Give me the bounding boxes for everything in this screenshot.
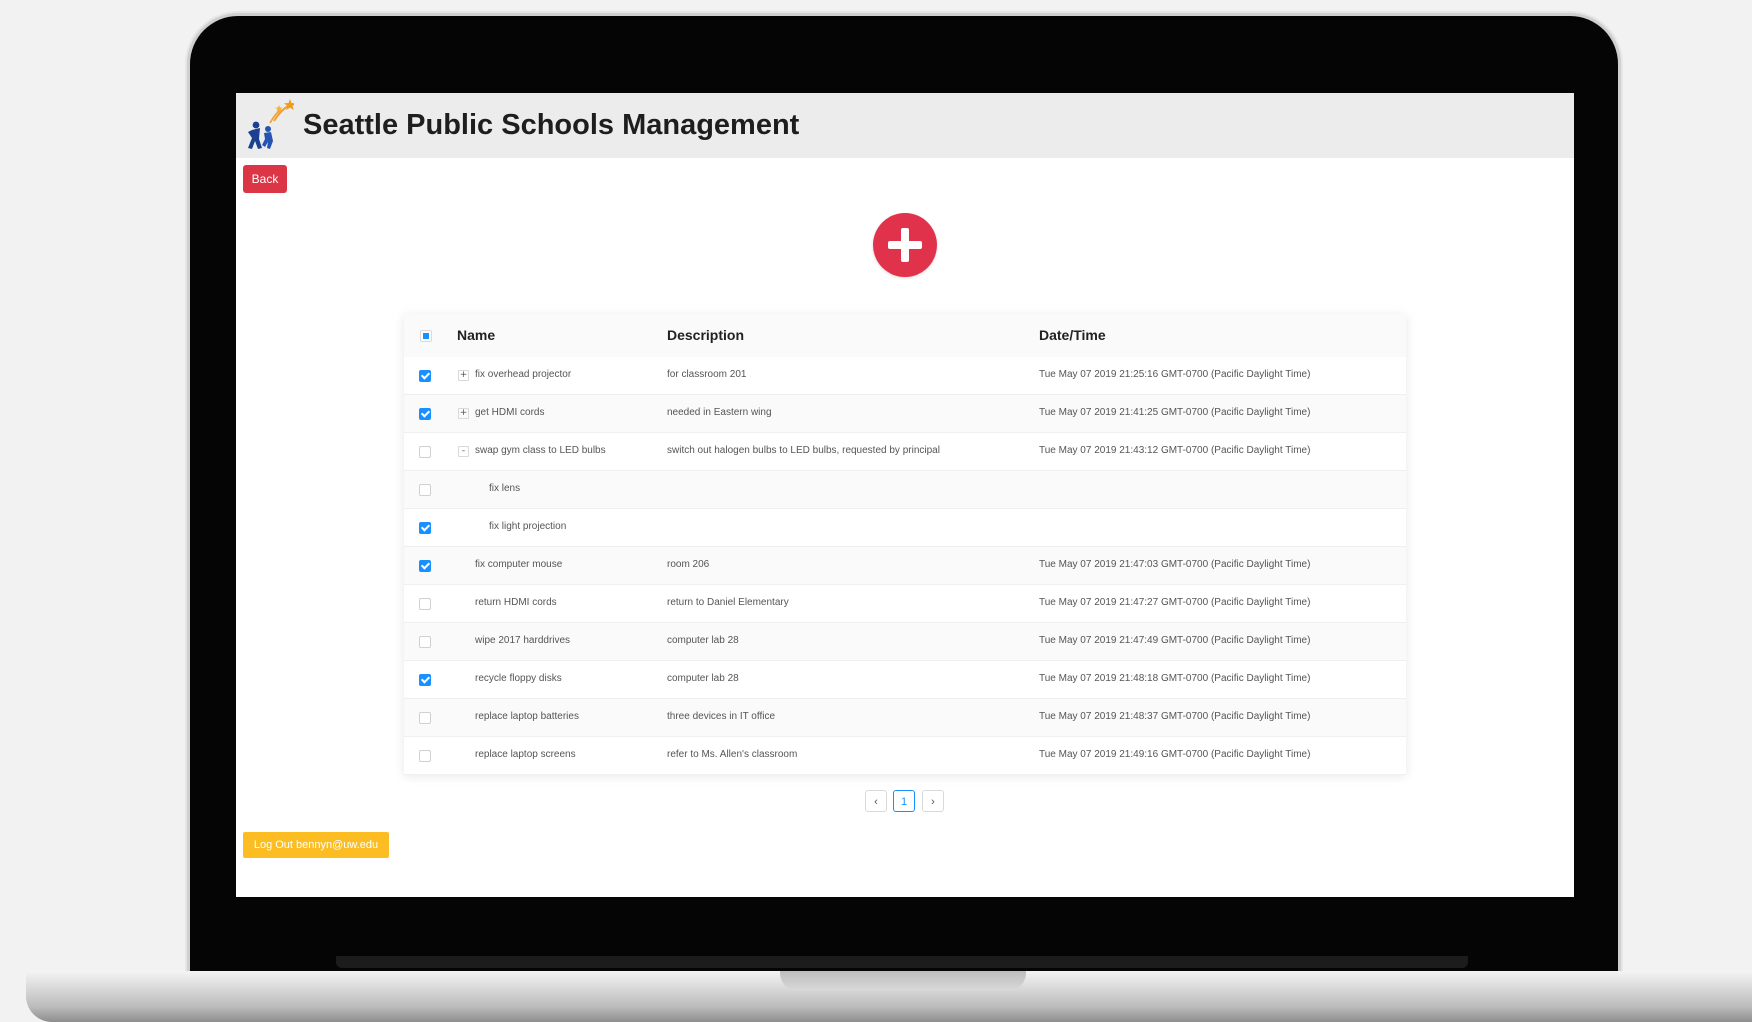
row-name-cell: replace laptop screens [475,749,576,760]
select-all-checkbox[interactable] [420,330,432,342]
column-header-name[interactable]: Name [457,327,495,343]
chevron-left-icon: ‹ [874,796,878,808]
row-name-cell: replace laptop batteries [475,711,579,722]
row-datetime-cell: Tue May 07 2019 21:48:18 GMT-0700 (Pacif… [1039,673,1311,684]
row-datetime-cell: Tue May 07 2019 21:48:37 GMT-0700 (Pacif… [1039,711,1311,722]
row-datetime-cell: Tue May 07 2019 21:47:49 GMT-0700 (Pacif… [1039,635,1311,646]
row-checkbox[interactable] [419,750,431,762]
row-datetime-cell: Tue May 07 2019 21:43:12 GMT-0700 (Pacif… [1039,445,1311,456]
row-description-cell: three devices in IT office [667,711,776,722]
stars-children-logo [248,99,294,149]
row-name-cell: wipe 2017 harddrives [475,635,571,646]
add-task-button[interactable] [873,213,937,277]
column-header-datetime[interactable]: Date/Time [1039,327,1106,343]
table-row[interactable]: recycle floppy disks computer lab 28 Tue M… [404,661,1406,699]
row-name-cell: return HDMI cords [475,597,557,608]
table-row[interactable]: replace laptop batteries three devices in… [404,699,1406,737]
row-checkbox[interactable] [419,674,431,686]
app-header: Seattle Public Schools Management [236,93,1574,158]
row-checkbox[interactable] [419,598,431,610]
row-datetime-cell: Tue May 07 2019 21:41:25 GMT-0700 (Pacif… [1039,407,1311,418]
laptop-notch [780,971,1026,991]
prev-page-button[interactable]: ‹ [865,790,887,812]
table-row[interactable]: fix lens [404,471,1406,509]
row-checkbox[interactable] [419,522,431,534]
expand-row-icon[interactable]: + [458,408,469,419]
collapse-row-icon[interactable]: - [458,446,469,457]
row-datetime-cell: Tue May 07 2019 21:47:27 GMT-0700 (Pacif… [1039,597,1311,608]
table-row[interactable]: - swap gym class to LED bulbs switch out h… [404,433,1406,471]
back-button[interactable]: Back [243,165,287,193]
table-row[interactable]: + get HDMI cords needed in Eastern wing Tue… [404,395,1406,433]
table-row[interactable]: return HDMI cords return to Daniel Elemen… [404,585,1406,623]
table-row[interactable]: wipe 2017 harddrives computer lab 28 Tue M… [404,623,1406,661]
row-checkbox[interactable] [419,408,431,420]
row-name-cell: get HDMI cords [475,407,545,418]
row-name-cell: recycle floppy disks [475,673,562,684]
row-name-cell: fix overhead projector [475,369,572,380]
row-name-cell: fix computer mouse [475,559,563,570]
page-1-button[interactable]: 1 [893,790,915,812]
next-page-button[interactable]: › [922,790,944,812]
row-checkbox[interactable] [419,484,431,496]
row-datetime-cell: Tue May 07 2019 21:49:16 GMT-0700 (Pacif… [1039,749,1311,760]
chevron-right-icon: › [931,796,935,808]
row-checkbox[interactable] [419,560,431,572]
row-checkbox[interactable] [419,446,431,458]
row-description-cell: needed in Eastern wing [667,407,772,418]
row-description-cell: room 206 [667,559,710,570]
table-row[interactable]: replace laptop screens refer to Ms. Allen… [404,737,1406,775]
expand-row-icon[interactable]: + [458,370,469,381]
row-datetime-cell: Tue May 07 2019 21:47:03 GMT-0700 (Pacif… [1039,559,1311,570]
row-checkbox[interactable] [419,370,431,382]
row-description-cell: computer lab 28 [667,635,739,646]
app-screen: Seattle Public Schools Management Back N… [236,93,1574,897]
row-description-cell: for classroom 201 [667,369,747,380]
row-description-cell: computer lab 28 [667,673,739,684]
row-description-cell: refer to Ms. Allen's classroom [667,749,798,760]
table-row[interactable]: fix computer mouse room 206 Tue May 07 201… [404,547,1406,585]
row-checkbox[interactable] [419,636,431,648]
row-checkbox[interactable] [419,712,431,724]
row-description-cell: return to Daniel Elementary [667,597,789,608]
page-title: Seattle Public Schools Management [303,109,800,141]
column-header-description[interactable]: Description [667,327,744,343]
table-header: Name Description Date/Time [404,314,1406,358]
row-name-cell: swap gym class to LED bulbs [475,445,606,456]
tasks-table: Name Description Date/Time + fix overhead… [404,314,1406,775]
table-row[interactable]: fix light projection [404,509,1406,547]
row-description-cell: switch out halogen bulbs to LED bulbs, r… [667,445,940,456]
laptop-hinge [336,956,1468,968]
row-name-cell: fix light projection [489,521,567,532]
logout-button[interactable]: Log Out bennyn@uw.edu [243,832,389,858]
table-row[interactable]: + fix overhead projector for classroom 201… [404,357,1406,395]
row-name-cell: fix lens [489,483,521,494]
row-datetime-cell: Tue May 07 2019 21:25:16 GMT-0700 (Pacif… [1039,369,1311,380]
